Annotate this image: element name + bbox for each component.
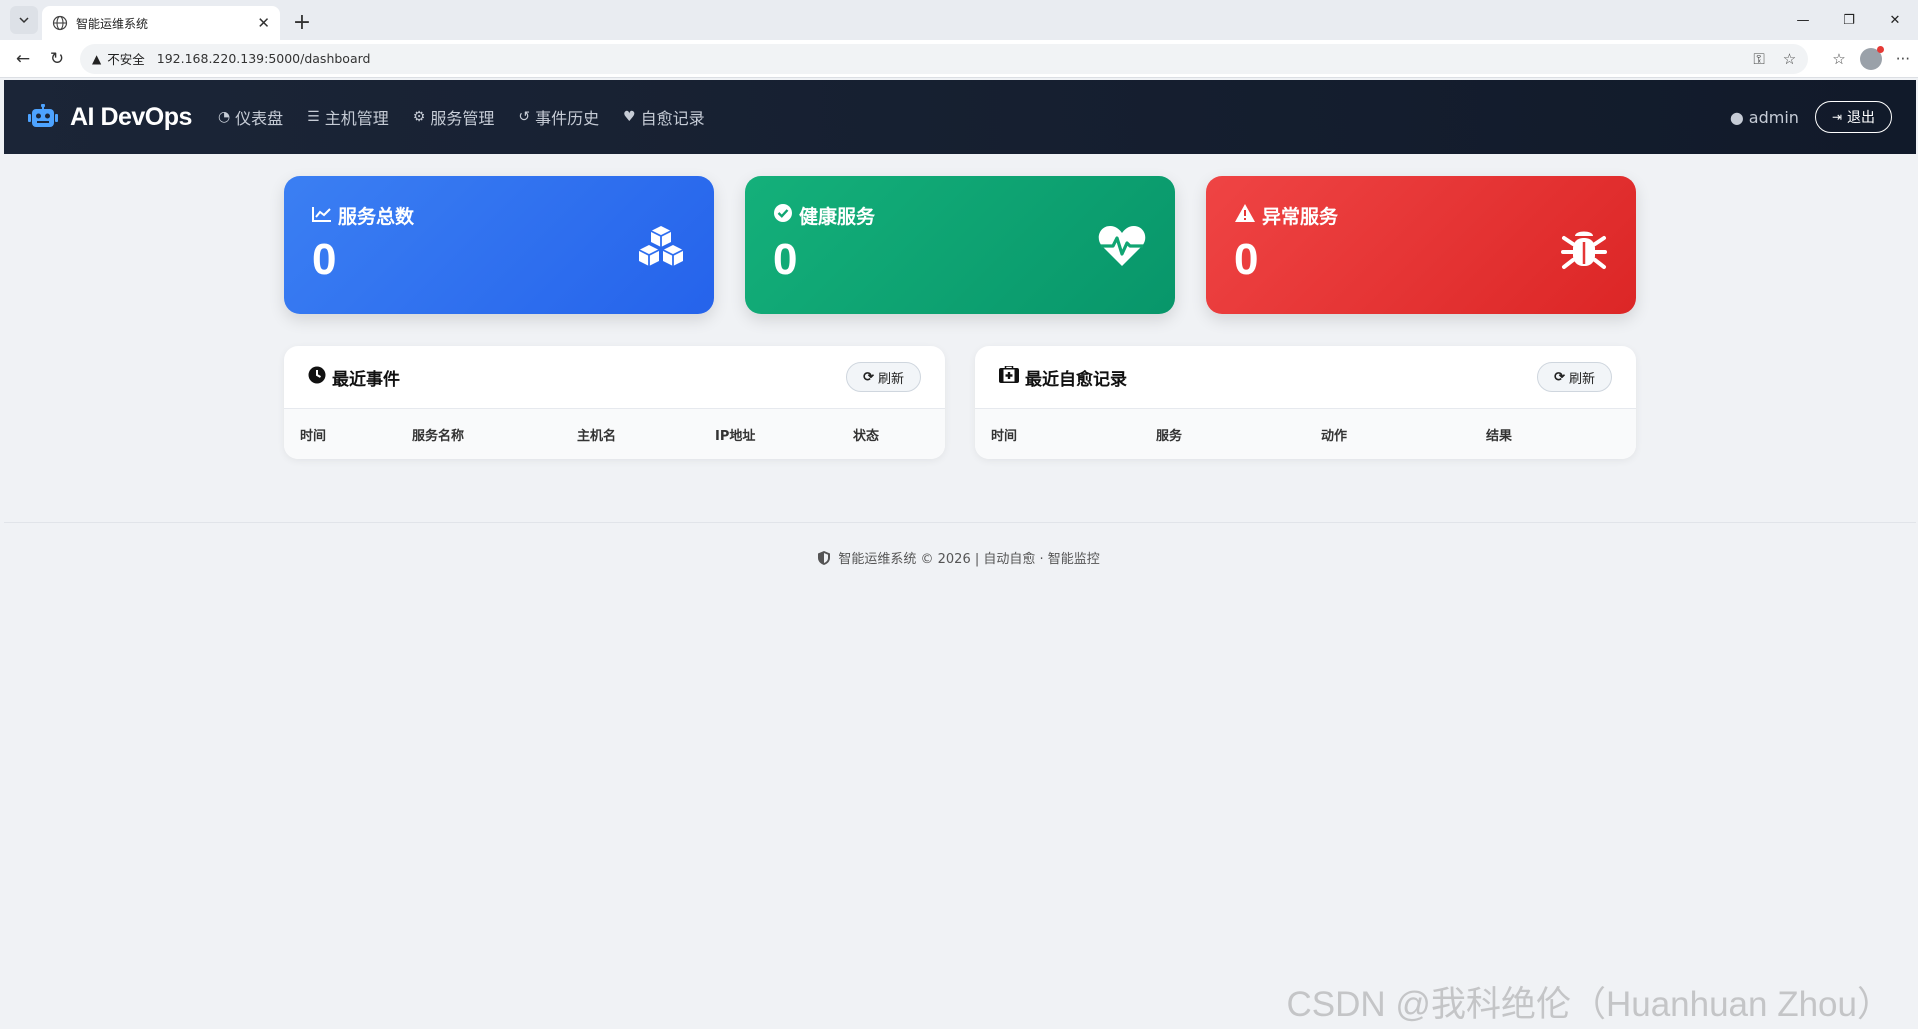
favorite-star-icon[interactable]: ☆ [1783, 50, 1796, 68]
menu-item-healing[interactable]: ♥ 自愈记录 [623, 105, 705, 129]
recent-healing-panel: 最近自愈记录 ⟳ 刷新 时间 服务 动作 结果 [975, 346, 1636, 459]
column-header[interactable]: 状态 [837, 409, 945, 459]
stat-card-healthy: 健康服务 0 [745, 176, 1175, 314]
favorites-icon[interactable]: ☆ [1832, 50, 1845, 68]
chevron-down-icon [19, 17, 29, 24]
stat-title: 异常服务 [1262, 206, 1339, 228]
browser-tab[interactable]: 智能运维系统 ✕ [42, 6, 280, 40]
robot-icon [28, 104, 58, 127]
user-menu[interactable]: ● admin [1730, 108, 1799, 127]
events-table: 时间 服务名称 主机名 IP地址 状态 [284, 409, 945, 459]
menu-item-hosts[interactable]: ☰ 主机管理 [307, 105, 389, 129]
healing-table: 时间 服务 动作 结果 [975, 409, 1636, 459]
panel-title: 最近自愈记录 [1025, 369, 1127, 390]
panel-title: 最近事件 [332, 369, 400, 390]
stats-row: 服务总数 0 健康服务 0 异常服务 0 [284, 176, 1636, 314]
close-window-icon[interactable]: ✕ [1872, 0, 1918, 40]
browser-tabbar: 智能运维系统 ✕ + — ❐ ✕ [0, 0, 1918, 40]
key-icon[interactable]: ⚿ [1753, 50, 1764, 68]
medkit-icon [999, 365, 1019, 388]
brand-name: AI DevOps [70, 102, 192, 131]
tab-list-button[interactable] [10, 6, 38, 34]
tab-title: 智能运维系统 [76, 16, 149, 31]
stat-value: 0 [312, 235, 337, 284]
history-icon: ↺ [518, 109, 531, 125]
more-icon[interactable]: ··· [1896, 50, 1910, 68]
column-header[interactable]: 时间 [975, 409, 1140, 459]
url-bar[interactable]: ▲ 不安全 192.168.220.139:5000/dashboard ⚿ ☆ [80, 43, 1809, 74]
bug-icon [1560, 224, 1608, 276]
address-toolbar: ← ↻ ▲ 不安全 192.168.220.139:5000/dashboard… [0, 40, 1918, 78]
heart-pulse-icon [1097, 224, 1147, 272]
dashboard-icon: ◔ [217, 109, 231, 125]
column-header[interactable]: 服务 [1140, 409, 1305, 459]
new-tab-button[interactable]: + [286, 6, 318, 38]
refresh-events-button[interactable]: ⟳ 刷新 [846, 362, 921, 392]
url-text[interactable]: 192.168.220.139:5000/dashboard [157, 51, 1740, 66]
window-controls: — ❐ ✕ [1780, 0, 1918, 40]
stat-value: 0 [773, 235, 798, 284]
footer-text: 智能运维系统 © 2026 | 自动自愈 · 智能监控 [838, 552, 1100, 567]
table-header-row: 时间 服务 动作 结果 [975, 409, 1636, 459]
stat-card-total: 服务总数 0 [284, 176, 714, 314]
stat-value: 0 [1234, 235, 1259, 284]
footer: 智能运维系统 © 2026 | 自动自愈 · 智能监控 [0, 548, 1918, 567]
heartbeat-icon: ♥ [623, 109, 636, 125]
logout-button[interactable]: ⇥ 退出 [1814, 101, 1892, 133]
refresh-healing-button[interactable]: ⟳ 刷新 [1537, 362, 1612, 392]
cogs-icon: ⚙ [412, 109, 426, 125]
reload-icon[interactable]: ↻ [42, 44, 72, 74]
column-header[interactable]: 结果 [1470, 409, 1636, 459]
column-header[interactable]: 服务名称 [396, 409, 561, 459]
clock-icon [308, 366, 326, 389]
user-circle-icon: ● [1729, 107, 1744, 127]
column-header[interactable]: 主机名 [561, 409, 699, 459]
main-menu: ◔ 仪表盘 ☰ 主机管理 ⚙ 服务管理 ↺ 事件历史 ♥ 自愈记录 [218, 105, 729, 129]
warning-icon: ▲ [92, 51, 102, 66]
sync-icon: ⟳ [1554, 369, 1565, 384]
app-navbar: AI DevOps ◔ 仪表盘 ☰ 主机管理 ⚙ 服务管理 ↺ 事件历史 ♥ 自愈记录 ●… [4, 80, 1916, 154]
menu-item-services[interactable]: ⚙ 服务管理 [413, 105, 495, 129]
column-header[interactable]: 时间 [284, 409, 396, 459]
close-tab-icon[interactable]: ✕ [257, 14, 270, 32]
watermark-text: CSDN @我科绝伦（Huanhuan Zhou） [1286, 985, 1892, 1024]
globe-icon [52, 15, 68, 31]
menu-item-dashboard[interactable]: ◔ 仪表盘 [218, 105, 283, 129]
sync-icon: ⟳ [863, 369, 874, 384]
brand[interactable]: AI DevOps [28, 103, 192, 132]
sign-out-icon: ⇥ [1831, 110, 1842, 124]
profile-avatar[interactable] [1859, 45, 1884, 70]
server-icon: ☰ [307, 109, 320, 125]
cubes-icon [636, 224, 686, 272]
recent-events-panel: 最近事件 ⟳ 刷新 时间 服务名称 主机名 IP地址 状态 [284, 346, 945, 459]
minimize-icon[interactable]: — [1780, 0, 1826, 40]
chart-line-icon [312, 205, 332, 227]
panels-row: 最近事件 ⟳ 刷新 时间 服务名称 主机名 IP地址 状态 最近自愈记录 ⟳ 刷新 … [284, 346, 1636, 459]
footer-divider [4, 522, 1916, 523]
warning-triangle-icon [1234, 203, 1256, 228]
menu-item-events[interactable]: ↺ 事件历史 [518, 105, 599, 129]
column-header[interactable]: IP地址 [699, 409, 837, 459]
restore-icon[interactable]: ❐ [1826, 0, 1872, 40]
back-icon[interactable]: ← [8, 44, 38, 74]
stat-title: 服务总数 [338, 206, 415, 228]
stat-title: 健康服务 [799, 206, 876, 228]
table-header-row: 时间 服务名称 主机名 IP地址 状态 [284, 409, 945, 459]
insecure-label: 不安全 [107, 52, 145, 67]
check-circle-icon [773, 203, 793, 228]
shield-icon [818, 551, 834, 567]
stat-card-abnormal: 异常服务 0 [1206, 176, 1636, 314]
column-header[interactable]: 动作 [1305, 409, 1470, 459]
